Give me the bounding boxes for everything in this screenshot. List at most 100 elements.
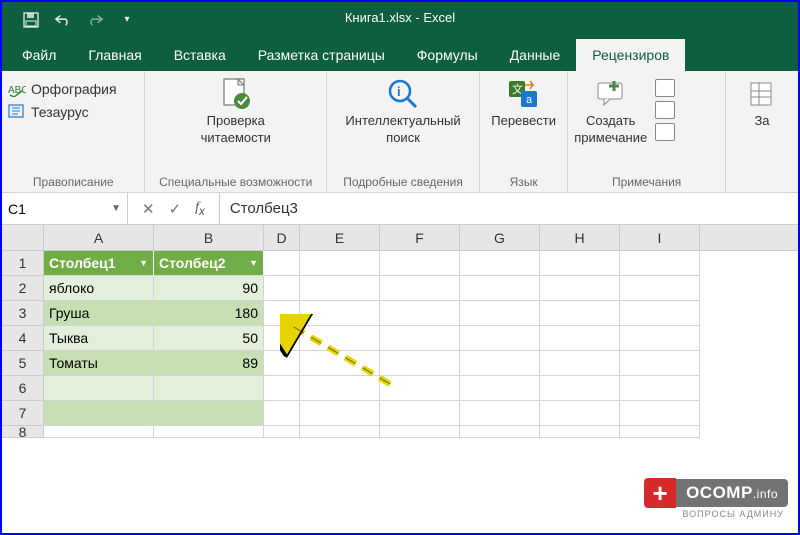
qat-customize-icon[interactable]: ▾: [118, 11, 136, 29]
cell[interactable]: [540, 251, 620, 276]
cell[interactable]: [460, 276, 540, 301]
tab-insert[interactable]: Вставка: [158, 39, 242, 71]
table-header-col1[interactable]: Столбец1▼: [44, 251, 154, 276]
cell[interactable]: [154, 426, 264, 438]
cell-A3[interactable]: Груша: [44, 301, 154, 326]
cell[interactable]: [460, 426, 540, 438]
cell[interactable]: [620, 401, 700, 426]
cell[interactable]: [300, 376, 380, 401]
cell[interactable]: [620, 251, 700, 276]
cell[interactable]: [380, 251, 460, 276]
formula-bar[interactable]: Столбец3: [220, 200, 798, 217]
cell[interactable]: [540, 401, 620, 426]
col-header-H[interactable]: H: [540, 225, 620, 250]
filter-dropdown-icon[interactable]: ▼: [249, 258, 258, 268]
cell[interactable]: [380, 326, 460, 351]
cell-B3[interactable]: 180: [154, 301, 264, 326]
cell[interactable]: [300, 251, 380, 276]
cell[interactable]: [264, 351, 300, 376]
table-header-col2[interactable]: Столбец2▼: [154, 251, 264, 276]
cell[interactable]: [264, 376, 300, 401]
undo-icon[interactable]: [54, 11, 72, 29]
cell[interactable]: [264, 401, 300, 426]
row-header-1[interactable]: 1: [2, 251, 44, 276]
cell[interactable]: [460, 301, 540, 326]
name-box-dropdown-icon[interactable]: ▼: [111, 203, 121, 214]
cell[interactable]: [264, 251, 300, 276]
cell[interactable]: [540, 276, 620, 301]
cell-A6[interactable]: [44, 376, 154, 401]
cell[interactable]: [540, 351, 620, 376]
tab-data[interactable]: Данные: [494, 39, 577, 71]
cell-A5[interactable]: Томаты: [44, 351, 154, 376]
cell[interactable]: [620, 351, 700, 376]
delete-comment-button[interactable]: [655, 79, 675, 97]
cell[interactable]: [620, 376, 700, 401]
col-header-A[interactable]: A: [44, 225, 154, 250]
row-header-7[interactable]: 7: [2, 401, 44, 426]
protect-button[interactable]: За: [732, 75, 792, 128]
translate-button[interactable]: 文a Перевести: [491, 75, 556, 144]
cell[interactable]: [620, 326, 700, 351]
tab-review[interactable]: Рецензиров: [576, 39, 685, 71]
col-header-G[interactable]: G: [460, 225, 540, 250]
cell[interactable]: [264, 276, 300, 301]
thesaurus-button[interactable]: Тезаурус: [8, 102, 117, 122]
filter-dropdown-icon[interactable]: ▼: [139, 258, 148, 268]
spelling-button[interactable]: ABC Орфография: [8, 79, 117, 99]
cell[interactable]: [264, 326, 300, 351]
tab-formulas[interactable]: Формулы: [401, 39, 494, 71]
col-header-B[interactable]: B: [154, 225, 264, 250]
cell-B7[interactable]: [154, 401, 264, 426]
cell-B5[interactable]: 89: [154, 351, 264, 376]
cell[interactable]: [380, 401, 460, 426]
tab-home[interactable]: Главная: [72, 39, 157, 71]
col-header-F[interactable]: F: [380, 225, 460, 250]
select-all-corner[interactable]: [2, 225, 44, 250]
save-icon[interactable]: [22, 11, 40, 29]
prev-comment-button[interactable]: [655, 101, 675, 119]
cell-A4[interactable]: Тыква: [44, 326, 154, 351]
worksheet-grid[interactable]: A B D E F G H I 1 Столбец1▼ Столбец2▼ 2 …: [2, 225, 798, 438]
cell[interactable]: [620, 301, 700, 326]
check-accessibility-button[interactable]: Проверка читаемости: [201, 75, 271, 145]
cell[interactable]: [620, 426, 700, 438]
cancel-icon[interactable]: ✕: [142, 200, 155, 218]
cell[interactable]: [264, 426, 300, 438]
cell[interactable]: [460, 251, 540, 276]
cell[interactable]: [300, 426, 380, 438]
row-header-6[interactable]: 6: [2, 376, 44, 401]
cell[interactable]: [540, 326, 620, 351]
cell-A2[interactable]: яблоко: [44, 276, 154, 301]
cell[interactable]: [300, 276, 380, 301]
row-header-8[interactable]: 8: [2, 426, 44, 438]
cell[interactable]: [460, 351, 540, 376]
cell[interactable]: [300, 326, 380, 351]
cell[interactable]: [380, 276, 460, 301]
tab-file[interactable]: Файл: [6, 39, 72, 71]
cell[interactable]: [300, 351, 380, 376]
cell[interactable]: [380, 301, 460, 326]
cell[interactable]: [300, 401, 380, 426]
row-header-5[interactable]: 5: [2, 351, 44, 376]
smart-lookup-button[interactable]: i Интеллектуальный поиск: [345, 75, 460, 145]
tab-page-layout[interactable]: Разметка страницы: [242, 39, 401, 71]
cell[interactable]: [380, 426, 460, 438]
cell[interactable]: [300, 301, 380, 326]
cell-B6[interactable]: [154, 376, 264, 401]
cell[interactable]: [540, 301, 620, 326]
fx-icon[interactable]: fx: [195, 200, 205, 218]
cell[interactable]: [540, 426, 620, 438]
row-header-3[interactable]: 3: [2, 301, 44, 326]
cell[interactable]: [380, 351, 460, 376]
col-header-D[interactable]: D: [264, 225, 300, 250]
enter-icon[interactable]: ✓: [169, 200, 182, 218]
cell[interactable]: [540, 376, 620, 401]
cell-B2[interactable]: 90: [154, 276, 264, 301]
cell-B4[interactable]: 50: [154, 326, 264, 351]
cell[interactable]: [460, 326, 540, 351]
cell-A7[interactable]: [44, 401, 154, 426]
new-comment-button[interactable]: Создать примечание: [574, 75, 647, 145]
cell[interactable]: [44, 426, 154, 438]
cell[interactable]: [460, 376, 540, 401]
